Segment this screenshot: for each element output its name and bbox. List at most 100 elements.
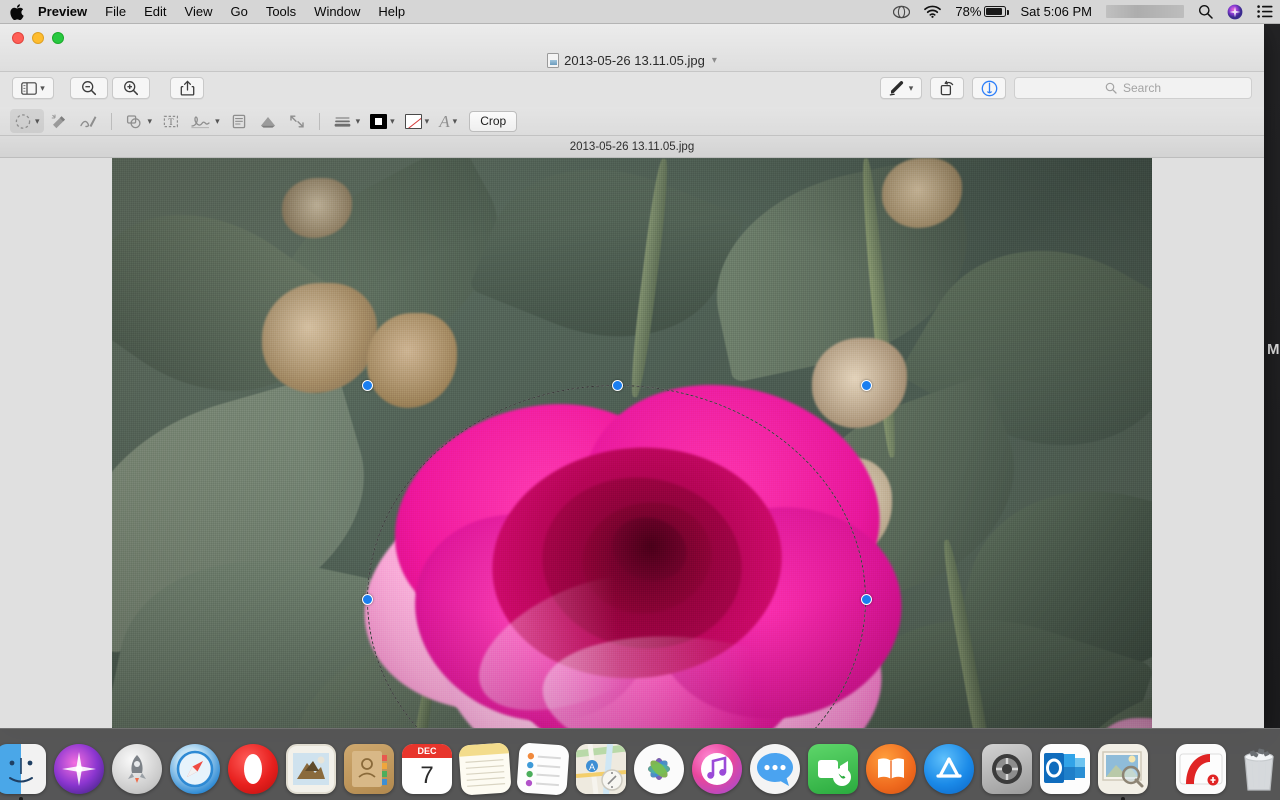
menu-help[interactable]: Help — [369, 0, 414, 23]
shape-style-chevron-down-icon[interactable]: ▾ — [356, 116, 361, 126]
sidebar-chevron-down-icon[interactable]: ▾ — [40, 83, 45, 93]
markup-toolbar: ▾ ▾ T ▾ ▾ ▾ ▾ A ▾ Crop — [0, 107, 1264, 136]
search-input[interactable]: Search — [1014, 77, 1252, 99]
minimize-button[interactable] — [32, 32, 44, 44]
instant-alpha-tool-button[interactable] — [46, 109, 72, 133]
signature-tool-button[interactable]: ▾ — [186, 109, 224, 133]
selection-chevron-down-icon[interactable]: ▾ — [35, 116, 40, 126]
shape-style-button[interactable]: ▾ — [329, 109, 365, 133]
wifi-icon[interactable] — [917, 0, 948, 23]
document-canvas[interactable] — [0, 158, 1264, 728]
shapes-chevron-down-icon[interactable]: ▾ — [148, 116, 153, 126]
menu-app-name[interactable]: Preview — [34, 0, 96, 23]
toolbar-separator — [110, 112, 112, 130]
note-tool-button[interactable] — [226, 109, 252, 133]
menu-view[interactable]: View — [176, 0, 222, 23]
search-placeholder-text: Search — [1122, 81, 1162, 95]
adjust-size-tool-button[interactable] — [284, 109, 310, 133]
toolbar-separator-2 — [318, 112, 320, 130]
dock-item-mail[interactable] — [286, 742, 336, 796]
siri-menubar-icon[interactable] — [1220, 0, 1250, 23]
document-filename-text: 2013-05-26 13.11.05.jpg — [569, 140, 695, 153]
dock-item-safari[interactable] — [170, 742, 220, 796]
menu-go[interactable]: Go — [221, 0, 256, 23]
dock-item-finder[interactable] — [0, 742, 46, 800]
border-color-button[interactable]: ▾ — [366, 109, 399, 133]
calendar-day-label: 7 — [420, 762, 434, 789]
text-style-label: A — [439, 111, 450, 131]
apple-logo-icon[interactable] — [0, 0, 34, 23]
dock-item-notes[interactable] — [458, 742, 512, 796]
document-icon — [547, 53, 560, 68]
signature-chevron-down-icon[interactable]: ▾ — [215, 116, 220, 126]
dock-item-reminders[interactable] — [516, 742, 570, 796]
photo-image[interactable] — [112, 158, 1152, 728]
window-title-bar: 2013-05-26 13.11.05.jpg ▾ ▾ ▾ Search — [0, 24, 1264, 99]
adjust-color-tool-button[interactable] — [254, 109, 282, 133]
screen: M Preview File Edit View Go Tools Window… — [0, 0, 1280, 800]
menubar-clock[interactable]: Sat 5:06 PM — [1013, 0, 1099, 23]
dock-item-ibooks[interactable] — [866, 742, 916, 796]
dock-item-siri[interactable] — [54, 742, 104, 796]
dock-item-itunes[interactable] — [692, 742, 742, 796]
markup-chevron-down-icon[interactable]: ▾ — [909, 83, 914, 93]
text-style-chevron-down-icon[interactable]: ▾ — [453, 116, 458, 126]
fill-color-button[interactable]: ▾ — [401, 109, 434, 133]
menu-bar: Preview File Edit View Go Tools Window H… — [0, 0, 1280, 24]
menu-edit[interactable]: Edit — [135, 0, 175, 23]
dock-item-contacts[interactable] — [344, 742, 394, 796]
dock-item-photos[interactable] — [634, 742, 684, 796]
share-button[interactable] — [170, 77, 204, 99]
dock-item-trash[interactable] — [1234, 742, 1280, 796]
redacted-status-item — [1099, 0, 1191, 23]
rotate-button[interactable] — [930, 77, 964, 99]
zoom-out-button[interactable] — [70, 77, 108, 99]
dock-item-outlook[interactable] — [1040, 742, 1090, 796]
close-button[interactable] — [12, 32, 24, 44]
calendar-month-label: DEC — [402, 744, 452, 758]
text-tool-button[interactable]: T — [158, 109, 184, 133]
menu-window[interactable]: Window — [305, 0, 369, 23]
border-color-chevron-down-icon[interactable]: ▾ — [390, 116, 395, 126]
fill-color-chevron-down-icon[interactable]: ▾ — [425, 116, 430, 126]
dock-item-cleanmymac[interactable] — [1176, 742, 1226, 796]
fill-color-swatch — [404, 113, 422, 129]
sidebar-toggle-button[interactable]: ▾ — [12, 77, 54, 99]
border-color-swatch — [370, 113, 388, 129]
menu-file[interactable]: File — [96, 0, 135, 23]
dock-item-messages[interactable] — [750, 742, 800, 796]
text-style-button[interactable]: A ▾ — [435, 109, 461, 133]
selection-tool-button[interactable]: ▾ — [10, 109, 44, 133]
dock-item-opera[interactable] — [228, 742, 278, 796]
battery-status[interactable]: 78% — [948, 0, 1013, 23]
shapes-tool-button[interactable]: ▾ — [121, 109, 157, 133]
dock-item-calendar[interactable]: DEC 7 — [402, 742, 452, 796]
zoom-button[interactable] — [52, 32, 64, 44]
title-chevron-down-icon[interactable]: ▾ — [712, 55, 717, 66]
dock-item-system-preferences[interactable] — [982, 742, 1032, 796]
battery-icon — [984, 6, 1010, 17]
control-center-icon[interactable] — [1250, 0, 1280, 23]
battery-percent-label: 78% — [955, 4, 982, 19]
window-toolbar: ▾ ▾ Search — [0, 69, 1264, 107]
dock-item-preview[interactable] — [1098, 742, 1148, 800]
markup-toolbar-toggle-button[interactable] — [972, 77, 1006, 99]
dock-item-app-store[interactable] — [924, 742, 974, 796]
menu-tools[interactable]: Tools — [257, 0, 305, 23]
dock-item-maps[interactable]: A — [576, 742, 626, 796]
crop-button[interactable]: Crop — [469, 110, 518, 132]
preview-window: 2013-05-26 13.11.05.jpg ▾ ▾ ▾ Search ▾ ▾… — [0, 24, 1264, 728]
window-title-text: 2013-05-26 13.11.05.jpg — [564, 53, 705, 68]
dock: DEC 7 A — [0, 728, 1280, 800]
svg-text:A: A — [589, 762, 595, 772]
document-filename-bar: 2013-05-26 13.11.05.jpg — [0, 136, 1264, 158]
zoom-in-button[interactable] — [112, 77, 150, 99]
markup-pen-button[interactable]: ▾ — [880, 77, 922, 99]
dock-item-launchpad[interactable] — [112, 742, 162, 796]
dock-item-facetime[interactable] — [808, 742, 858, 796]
svg-text:T: T — [168, 117, 174, 127]
window-title[interactable]: 2013-05-26 13.11.05.jpg ▾ — [0, 53, 1264, 68]
creative-cloud-icon[interactable] — [886, 0, 917, 23]
sketch-tool-button[interactable] — [74, 109, 102, 133]
spotlight-search-icon[interactable] — [1191, 0, 1220, 23]
